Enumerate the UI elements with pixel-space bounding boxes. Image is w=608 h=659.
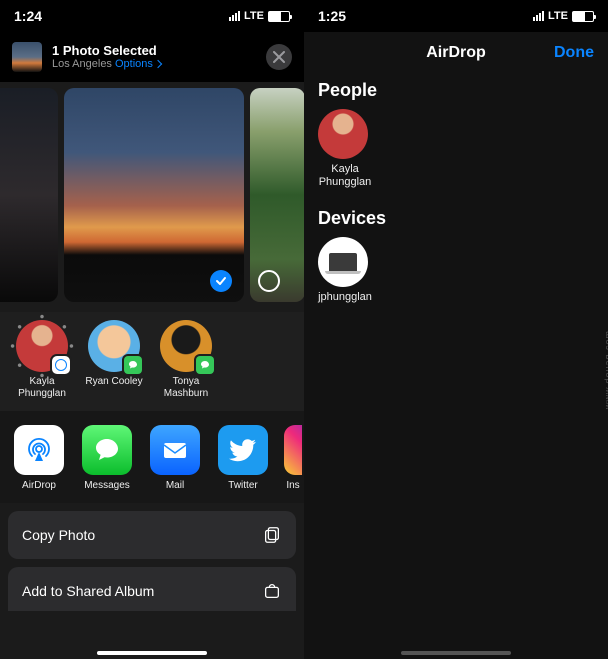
- app-row[interactable]: AirDrop Messages Mail Twitter: [0, 411, 304, 503]
- status-bar: 1:25 LTE: [304, 0, 608, 32]
- shared-album-icon: [262, 581, 282, 601]
- app-messages[interactable]: Messages: [80, 425, 134, 491]
- contact-name: Ryan Cooley: [82, 376, 146, 388]
- options-link[interactable]: Options: [115, 58, 161, 70]
- app-label: AirDrop: [12, 480, 66, 491]
- close-button[interactable]: [266, 44, 292, 70]
- chevron-right-icon: [154, 60, 162, 68]
- share-sheet-screen: 1:24 LTE 1 Photo Selected Los Angeles Op…: [0, 0, 304, 659]
- mail-icon: [150, 425, 200, 475]
- people-section-title: People: [304, 74, 608, 109]
- network-label: LTE: [244, 10, 264, 22]
- home-indicator[interactable]: [401, 651, 511, 655]
- contact-ryan[interactable]: Ryan Cooley: [82, 320, 146, 399]
- share-header: 1 Photo Selected Los Angeles Options: [0, 32, 304, 82]
- battery-icon: [268, 11, 290, 22]
- status-bar: 1:24 LTE: [0, 0, 304, 32]
- devices-section-title: Devices: [304, 202, 608, 237]
- done-button[interactable]: Done: [554, 44, 594, 62]
- app-mail[interactable]: Mail: [148, 425, 202, 491]
- action-list: Copy Photo Add to Shared Album: [0, 503, 304, 611]
- contact-tonya[interactable]: Tonya Mashburn: [154, 320, 218, 399]
- avatar: [318, 109, 368, 159]
- contacts-row: Kayla Phungglan Ryan Cooley Tonya Mashbu…: [0, 312, 304, 411]
- checkmark-icon: [215, 275, 227, 287]
- photo-thumbnail[interactable]: [0, 88, 58, 302]
- app-instagram[interactable]: Ins: [284, 425, 302, 491]
- airdrop-screen: 1:25 LTE AirDrop Done People Kayla Phung…: [304, 0, 608, 659]
- selection-indicator-selected[interactable]: [210, 270, 232, 292]
- instagram-icon: [284, 425, 302, 475]
- close-icon: [273, 51, 285, 63]
- photo-strip[interactable]: [0, 82, 304, 312]
- share-title: 1 Photo Selected: [52, 43, 256, 59]
- messages-icon: [82, 425, 132, 475]
- app-twitter[interactable]: Twitter: [216, 425, 270, 491]
- app-label: Twitter: [216, 480, 270, 491]
- messages-badge-icon: [124, 356, 142, 374]
- messages-badge-icon: [196, 356, 214, 374]
- airdrop-icon: [14, 425, 64, 475]
- location-label: Los Angeles: [52, 58, 112, 70]
- twitter-icon: [218, 425, 268, 475]
- nav-bar: AirDrop Done: [304, 32, 608, 74]
- share-subtitle: Los Angeles Options: [52, 58, 256, 71]
- status-indicators: LTE: [533, 10, 594, 22]
- app-label: Ins: [284, 480, 302, 491]
- contact-kayla[interactable]: Kayla Phungglan: [10, 320, 74, 399]
- laptop-icon: [329, 253, 357, 271]
- app-label: Messages: [80, 480, 134, 491]
- app-airdrop[interactable]: AirDrop: [12, 425, 66, 491]
- device-name: jphungglan: [318, 291, 372, 304]
- contact-name: Kayla Phungglan: [10, 376, 74, 399]
- status-indicators: LTE: [229, 10, 290, 22]
- photo-thumbnail[interactable]: [250, 88, 304, 302]
- avatar: [16, 320, 68, 372]
- device-jphungglan[interactable]: jphungglan: [304, 237, 608, 318]
- action-add-shared-album[interactable]: Add to Shared Album: [8, 567, 296, 611]
- status-time: 1:25: [318, 8, 346, 24]
- person-name: Kayla Phungglan: [318, 163, 372, 188]
- airdrop-badge-icon: [52, 356, 70, 374]
- device-icon: [318, 237, 368, 287]
- copy-icon: [262, 525, 282, 545]
- signal-icon: [533, 11, 544, 21]
- action-label: Copy Photo: [22, 527, 95, 543]
- selection-indicator-unselected[interactable]: [258, 270, 280, 292]
- watermark: www.deuaq.com: [603, 330, 608, 409]
- action-label: Add to Shared Album: [22, 583, 154, 599]
- signal-icon: [229, 11, 240, 21]
- home-indicator[interactable]: [97, 651, 207, 655]
- person-kayla[interactable]: Kayla Phungglan: [304, 109, 608, 202]
- avatar: [88, 320, 140, 372]
- status-time: 1:24: [14, 8, 42, 24]
- battery-icon: [572, 11, 594, 22]
- action-copy-photo[interactable]: Copy Photo: [8, 511, 296, 559]
- avatar: [160, 320, 212, 372]
- selected-thumbnail: [12, 42, 42, 72]
- network-label: LTE: [548, 10, 568, 22]
- contact-name: Tonya Mashburn: [154, 376, 218, 399]
- app-label: Mail: [148, 480, 202, 491]
- photo-thumbnail[interactable]: [64, 88, 244, 302]
